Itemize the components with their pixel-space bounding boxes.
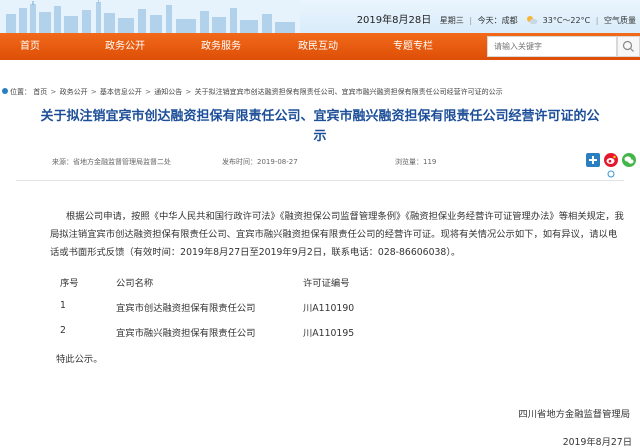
header-banner: 2019年8月28日 星期三 | 今天：成都 33°C～22°C | 空气质量 xyxy=(0,0,640,33)
breadcrumb-item-basic-info[interactable]: 基本信息公开 xyxy=(100,88,142,96)
breadcrumb-label: 位置： xyxy=(10,88,31,96)
nav-item-interaction[interactable]: 政民互动 xyxy=(288,33,348,60)
breadcrumb-item-notices[interactable]: 通知公告 xyxy=(154,88,182,96)
table-cell-license: 川A110195 xyxy=(303,328,355,339)
article-body: 根据公司申请，按照《中华人民共和国行政许可法》《融资担保公司监督管理条例》《融资… xyxy=(50,208,626,262)
header-divider: | xyxy=(469,16,473,25)
body-paragraph: 根据公司申请，按照《中华人民共和国行政许可法》《融资担保公司监督管理条例》《融资… xyxy=(50,211,624,258)
tencent-weibo-icon[interactable] xyxy=(604,170,618,178)
wechat-icon[interactable] xyxy=(622,153,636,167)
table-header-license: 许可证编号 xyxy=(303,278,350,289)
nav-item-gov-services[interactable]: 政务服务 xyxy=(191,33,251,60)
table-cell-company: 宜宾市融兴融资担保有限责任公司 xyxy=(116,328,256,339)
plus-share-icon[interactable] xyxy=(586,153,600,167)
air-quality-label[interactable]: 空气质量 xyxy=(604,16,636,25)
nav-item-home[interactable]: 首页 xyxy=(0,33,60,60)
article-title: 关于拟注销宜宾市创达融资担保有限责任公司、宜宾市融兴融资担保有限责任公司经营许可… xyxy=(40,109,600,144)
header-date: 2019年8月28日 xyxy=(356,15,432,26)
search-input[interactable] xyxy=(487,36,617,57)
today-label: 今天： xyxy=(477,16,502,25)
meta-divider xyxy=(16,180,624,181)
article-source: 来源：省地方金融监督管理局监督二处 xyxy=(52,158,171,166)
article-publish-time: 发布时间：2019-08-27 xyxy=(222,158,298,166)
table-cell-license: 川A110190 xyxy=(303,303,355,314)
article-views: 浏览量：119 xyxy=(395,158,437,166)
sun-cloud-icon xyxy=(526,15,538,27)
breadcrumb: 位置： 首页 > 政务公开 > 基本信息公开 > 通知公告 > 关于拟注销宜宾市… xyxy=(0,87,640,97)
nav-item-gov-affairs-open[interactable]: 政务公开 xyxy=(95,33,155,60)
breadcrumb-separator: > xyxy=(50,88,57,96)
table-header-index: 序号 xyxy=(60,278,79,289)
city-skyline-illustration xyxy=(0,0,300,33)
breadcrumb-separator: > xyxy=(90,88,97,96)
breadcrumb-item-home[interactable]: 首页 xyxy=(33,88,47,96)
table-header-company: 公司名称 xyxy=(116,278,154,289)
table-cell-index: 2 xyxy=(60,325,66,336)
table-cell-company: 宜宾市创达融资担保有限责任公司 xyxy=(116,303,256,314)
header-city: 成都 xyxy=(501,16,518,25)
header-weekday: 星期三 xyxy=(439,16,464,25)
breadcrumb-current: 关于拟注销宜宾市创达融资担保有限责任公司、宜宾市融兴融资担保有限责任公司经营许可… xyxy=(194,88,503,96)
article-meta: 来源：省地方金融监督管理局监督二处 发布时间：2019-08-27 浏览量：11… xyxy=(0,157,640,169)
sina-weibo-icon[interactable] xyxy=(604,153,618,167)
header-info: 2019年8月28日 星期三 | 今天：成都 33°C～22°C | 空气质量 xyxy=(357,11,636,27)
signature-organization: 四川省地方金融监督管理局 xyxy=(518,409,630,420)
breadcrumb-item-gov-affairs-open[interactable]: 政务公开 xyxy=(60,88,88,96)
breadcrumb-separator: > xyxy=(185,88,192,96)
search-icon xyxy=(622,40,634,52)
location-icon xyxy=(2,88,8,94)
table-cell-index: 1 xyxy=(60,300,66,311)
header-divider: | xyxy=(595,16,599,25)
nav-item-special-topics[interactable]: 专题专栏 xyxy=(383,33,443,60)
closing-text: 特此公示。 xyxy=(56,354,103,365)
breadcrumb-separator: > xyxy=(145,88,152,96)
search-button[interactable] xyxy=(617,36,640,57)
signature-date: 2019年8月27日 xyxy=(562,437,632,448)
weather-range: 33°C～22°C xyxy=(542,16,591,25)
main-nav: 首页 政务公开 政务服务 政民互动 专题专栏 xyxy=(0,33,640,60)
